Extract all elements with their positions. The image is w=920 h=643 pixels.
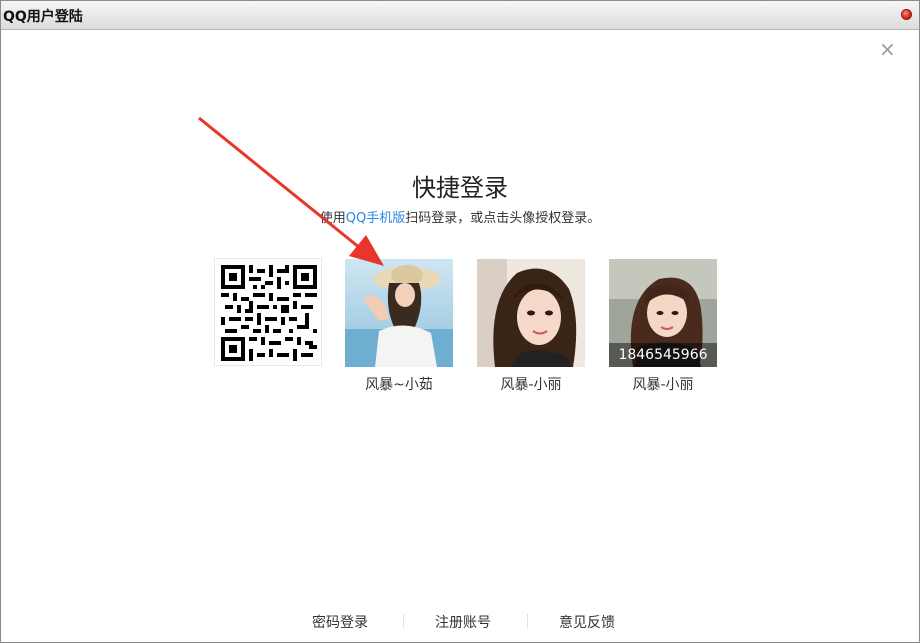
window-title: QQ用户登陆 (3, 9, 83, 25)
footer-divider (527, 614, 528, 628)
qq-number-badge: 1846545966 (609, 343, 717, 367)
account-avatar-3[interactable]: 1846545966 (609, 259, 717, 367)
account-avatar-2[interactable] (477, 259, 585, 367)
qq-mobile-link[interactable]: QQ手机版 (346, 211, 405, 226)
avatar-photo (477, 259, 585, 367)
password-login-link[interactable]: 密码登录 (312, 612, 368, 632)
window-close-icon[interactable] (901, 9, 912, 20)
login-panel (6, 30, 912, 636)
account-name-2: 风暴-小丽 (500, 377, 562, 393)
title-bar: QQ用户登陆 (1, 1, 919, 30)
qr-code (214, 258, 322, 366)
account-name-1: 风暴~小茹 (365, 377, 433, 393)
account-name-3: 风暴-小丽 (632, 377, 694, 393)
page-title: 快捷登录 (412, 174, 508, 202)
qr-code-image (221, 265, 317, 361)
feedback-link[interactable]: 意见反馈 (559, 612, 615, 632)
footer-links: 密码登录 注册账号 意见反馈 (0, 612, 920, 632)
close-icon[interactable]: × (879, 39, 896, 59)
instructions-prefix: 使用 (319, 211, 346, 226)
instructions-suffix: 扫码登录，或点击头像授权登录。 (405, 211, 601, 226)
account-avatar-1[interactable] (345, 259, 453, 367)
login-instructions: 使用QQ手机版扫码登录，或点击头像授权登录。 (0, 207, 920, 226)
avatar-photo (345, 259, 453, 367)
register-account-link[interactable]: 注册账号 (435, 612, 491, 632)
footer-divider (403, 614, 404, 628)
